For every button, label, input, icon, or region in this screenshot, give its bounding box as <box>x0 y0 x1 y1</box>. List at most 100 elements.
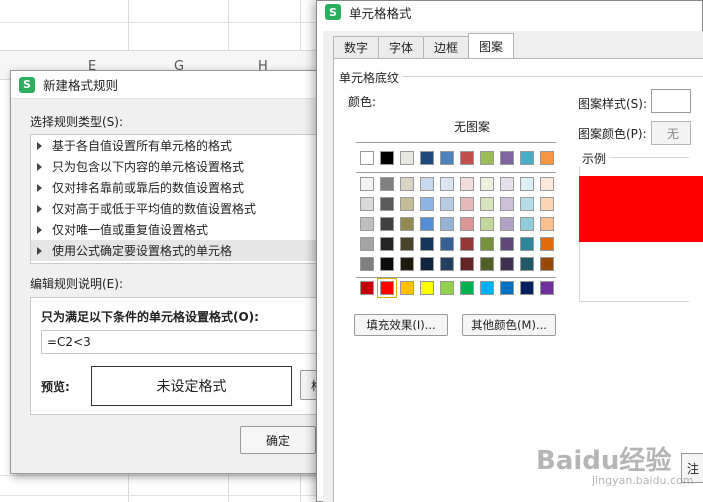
color-swatch[interactable] <box>520 237 534 251</box>
pattern-style-select[interactable] <box>651 89 691 113</box>
color-swatch[interactable] <box>500 257 514 271</box>
color-swatch[interactable] <box>440 217 454 231</box>
color-swatch[interactable] <box>500 217 514 231</box>
color-label: 颜色: <box>348 95 377 109</box>
color-swatch[interactable] <box>400 197 414 211</box>
color-swatch[interactable] <box>460 217 474 231</box>
color-swatch[interactable] <box>500 177 514 191</box>
color-swatch[interactable] <box>360 237 374 251</box>
tab-border[interactable]: 边框 <box>423 36 470 58</box>
color-swatch[interactable] <box>360 257 374 271</box>
color-swatch[interactable] <box>400 257 414 271</box>
color-swatch[interactable] <box>500 197 514 211</box>
color-swatch[interactable] <box>520 281 534 295</box>
color-swatch[interactable] <box>540 237 554 251</box>
color-swatch[interactable] <box>420 151 434 165</box>
ok-button[interactable]: 确定 <box>240 426 316 454</box>
color-swatch[interactable] <box>520 257 534 271</box>
color-swatch[interactable] <box>540 177 554 191</box>
color-swatch[interactable] <box>380 197 394 211</box>
triangle-right-icon <box>37 162 42 171</box>
divider <box>356 142 556 143</box>
color-swatch[interactable] <box>480 151 494 165</box>
tab-number[interactable]: 数字 <box>333 36 380 58</box>
color-swatch[interactable] <box>480 177 494 191</box>
color-swatch[interactable] <box>500 237 514 251</box>
color-swatch[interactable] <box>360 151 374 165</box>
color-swatch[interactable] <box>520 151 534 165</box>
color-swatch[interactable] <box>360 197 374 211</box>
color-swatch[interactable] <box>460 197 474 211</box>
color-swatch[interactable] <box>540 257 554 271</box>
tab-font[interactable]: 字体 <box>378 36 425 58</box>
color-swatch[interactable] <box>480 217 494 231</box>
color-swatch[interactable] <box>460 281 474 295</box>
color-swatch[interactable] <box>480 281 494 295</box>
color-swatch[interactable] <box>480 197 494 211</box>
rule-description-box: 只为满足以下条件的单元格设置格式(O): =C2<3 预览: 未设定格式 格式 <box>30 297 340 415</box>
color-swatch[interactable] <box>420 217 434 231</box>
other-color-button[interactable]: 其他颜色(M)... <box>462 314 556 336</box>
triangle-right-icon <box>37 246 42 255</box>
color-swatch[interactable] <box>380 151 394 165</box>
color-swatch[interactable] <box>360 281 374 295</box>
color-swatch[interactable] <box>480 237 494 251</box>
color-swatch[interactable] <box>500 281 514 295</box>
rule-type-item[interactable]: 仅对排名靠前或靠后的数值设置格式 <box>31 177 331 198</box>
color-swatch[interactable] <box>540 151 554 165</box>
color-swatch[interactable] <box>377 278 397 298</box>
color-swatch[interactable] <box>360 177 374 191</box>
color-swatch[interactable] <box>360 217 374 231</box>
pattern-color-select[interactable]: 无 <box>651 121 691 145</box>
color-swatch[interactable] <box>460 151 474 165</box>
formula-input[interactable]: =C2<3 <box>41 330 332 354</box>
color-swatch[interactable] <box>440 281 454 295</box>
color-swatch[interactable] <box>420 177 434 191</box>
rule-type-item-selected[interactable]: 使用公式确定要设置格式的单元格 <box>31 240 331 261</box>
cell-shading-group-title: 单元格底纹 <box>339 69 406 86</box>
color-swatch[interactable] <box>380 177 394 191</box>
theme-shade-row <box>360 237 560 251</box>
color-swatch[interactable] <box>440 237 454 251</box>
color-swatch[interactable] <box>460 257 474 271</box>
color-swatch[interactable] <box>420 281 434 295</box>
rule-type-item[interactable]: 仅对高于或低于平均值的数值设置格式 <box>31 198 331 219</box>
rule-type-item[interactable]: 仅对唯一值或重复值设置格式 <box>31 219 331 240</box>
color-swatch[interactable] <box>440 197 454 211</box>
color-swatch[interactable] <box>540 281 554 295</box>
color-swatch[interactable] <box>400 151 414 165</box>
color-swatch[interactable] <box>540 197 554 211</box>
standard-color-row <box>360 278 560 298</box>
color-swatch[interactable] <box>400 177 414 191</box>
color-swatch[interactable] <box>400 217 414 231</box>
color-swatch[interactable] <box>380 237 394 251</box>
color-swatch[interactable] <box>420 197 434 211</box>
color-swatch[interactable] <box>380 217 394 231</box>
color-swatch[interactable] <box>440 257 454 271</box>
color-swatch[interactable] <box>440 151 454 165</box>
color-swatch[interactable] <box>520 217 534 231</box>
color-swatch[interactable] <box>460 177 474 191</box>
color-swatch[interactable] <box>480 257 494 271</box>
divider <box>402 76 703 77</box>
color-swatch[interactable] <box>420 237 434 251</box>
color-swatch[interactable] <box>520 177 534 191</box>
color-swatch[interactable] <box>440 177 454 191</box>
color-swatch[interactable] <box>400 281 414 295</box>
color-swatch[interactable] <box>380 257 394 271</box>
baidu-watermark: Baidu经验 <box>536 446 672 476</box>
no-pattern-option[interactable]: 无图案 <box>454 118 490 135</box>
color-swatch[interactable] <box>420 257 434 271</box>
example-label: 示例 <box>579 150 610 167</box>
rule-type-item[interactable]: 基于各自值设置所有单元格的格式 <box>31 135 331 156</box>
color-swatch[interactable] <box>460 237 474 251</box>
fill-effect-button[interactable]: 填充效果(I)... <box>354 314 448 336</box>
rule-dialog-titlebar[interactable]: S 新建格式规则 <box>11 71 329 99</box>
rule-type-item[interactable]: 只为包含以下内容的单元格设置格式 <box>31 156 331 177</box>
cell-dialog-titlebar[interactable]: S 单元格格式 <box>317 1 702 23</box>
color-swatch[interactable] <box>500 151 514 165</box>
color-swatch[interactable] <box>520 197 534 211</box>
tab-pattern[interactable]: 图案 <box>468 33 515 58</box>
color-swatch[interactable] <box>540 217 554 231</box>
color-swatch[interactable] <box>400 237 414 251</box>
